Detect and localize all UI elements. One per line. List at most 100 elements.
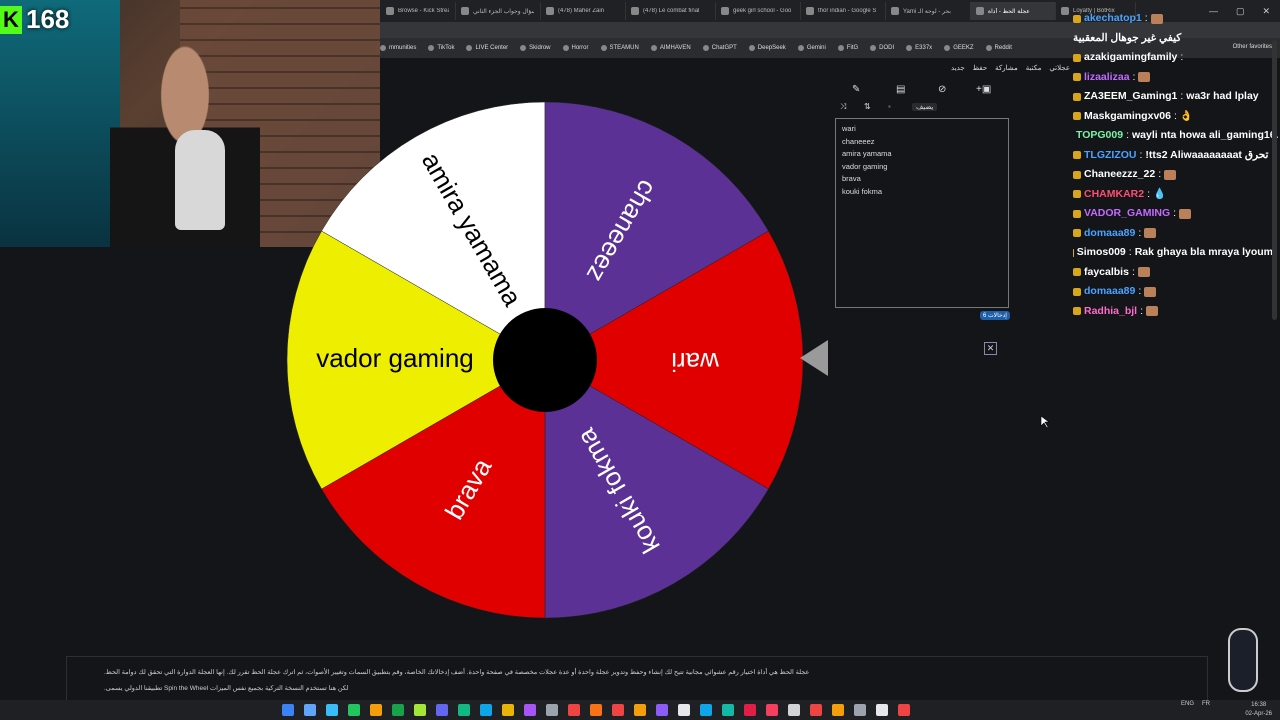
taskbar-app-icon[interactable] — [854, 704, 866, 716]
bookmark-item[interactable]: Horror — [562, 45, 589, 51]
chat-message: Chaneezzz_22: — [1073, 165, 1273, 185]
bookmark-item[interactable]: DODI — [870, 45, 894, 51]
taskbar-app-icon[interactable] — [612, 704, 624, 716]
lock-icon[interactable]: ▪ — [888, 102, 891, 111]
site-menu-item[interactable]: جديد — [951, 64, 965, 72]
taskbar-app-icon[interactable] — [502, 704, 514, 716]
taskbar-app-icon[interactable] — [546, 704, 558, 716]
taskbar-app-icon[interactable] — [524, 704, 536, 716]
chat-username[interactable]: VADOR_GAMING — [1084, 204, 1170, 224]
taskbar-app-icon[interactable] — [282, 704, 294, 716]
taskbar-app-icon[interactable] — [436, 704, 448, 716]
bookmark-item[interactable]: STEAMUN — [600, 45, 639, 51]
bookmark-item[interactable]: E337x — [906, 45, 932, 51]
taskbar-app-icon[interactable] — [766, 704, 778, 716]
browser-tab[interactable]: thor indian - Google S — [800, 2, 886, 20]
pencil-icon[interactable]: ✎ — [852, 84, 860, 95]
bookmark-label: Gemini — [806, 45, 826, 51]
taskbar-app-icon[interactable] — [744, 704, 756, 716]
bookmark-item[interactable]: GEEKZ — [944, 45, 974, 51]
tray-language[interactable]: ENG — [1181, 701, 1194, 707]
chat-username[interactable]: Chaneezzz_22 — [1084, 165, 1155, 185]
browser-tab[interactable]: (478) Maher Zain — [540, 2, 626, 20]
chat-username[interactable]: domaaa89 — [1084, 282, 1135, 302]
bookmark-item[interactable]: mmunities — [380, 45, 416, 51]
wheel-center[interactable] — [493, 308, 597, 412]
clock[interactable]: 16:38 02-Apr-26 — [1245, 701, 1272, 719]
bookmark-item[interactable]: Gemini — [797, 45, 826, 51]
taskbar-app-icon[interactable] — [326, 704, 338, 716]
bookmark-item[interactable]: AIMHAVEN — [650, 45, 691, 51]
browser-tab[interactable]: Yami بحر - لوحة الـ — [885, 2, 971, 20]
browser-tab[interactable]: geek girl school - Goo — [715, 2, 801, 20]
bookmark-item[interactable]: ChatGPT — [702, 45, 737, 51]
chat-message: ZA3EEM_Gaming1: wa3r had lplay — [1073, 87, 1273, 107]
chat-badge-icon — [1073, 53, 1081, 62]
browser-tab[interactable]: عجلة الحظ - أداة — [970, 2, 1056, 20]
taskbar-app-icon[interactable] — [656, 704, 668, 716]
chat-username[interactable]: domaaa89 — [1084, 224, 1135, 244]
chat-username[interactable]: ZA3EEM_Gaming1 — [1084, 87, 1177, 107]
browser-tab[interactable]: (478) Le combat final — [625, 2, 716, 20]
taskbar-app-icon[interactable] — [876, 704, 888, 716]
taskbar-app-icon[interactable] — [590, 704, 602, 716]
taskbar-app-icon[interactable] — [634, 704, 646, 716]
bookmark-item[interactable]: FitG — [837, 45, 858, 51]
site-menu-item[interactable]: حفظ — [973, 64, 988, 72]
browser-tab[interactable]: سؤال وجواب الجزء الثاني — [455, 2, 541, 20]
bookmark-item[interactable]: TikTok — [428, 45, 454, 51]
taskbar-app-icon[interactable] — [392, 704, 404, 716]
site-menu-item[interactable]: عجلاتي — [1049, 64, 1070, 72]
taskbar-app-icon[interactable] — [414, 704, 426, 716]
chat-username[interactable]: TLGZIZOU — [1084, 146, 1137, 166]
taskbar-app-icon[interactable] — [348, 704, 360, 716]
chat-username[interactable]: Radhia_bjl — [1084, 302, 1137, 322]
taskbar-app-icon[interactable] — [832, 704, 844, 716]
chat-text: 💧 — [1153, 187, 1167, 200]
taskbar-app-icon[interactable] — [788, 704, 800, 716]
add-image-icon[interactable]: +▣ — [976, 84, 991, 95]
taskbar-app-icon[interactable] — [898, 704, 910, 716]
chat-username[interactable]: akechatop1 — [1084, 9, 1142, 29]
entries-textarea[interactable]: wari chaneeez amira yamama vador gaming brav… — [835, 118, 1009, 308]
chat-username[interactable]: faycalbis — [1084, 263, 1129, 283]
bookmark-favicon-icon — [466, 45, 473, 51]
taskbar-app-icon[interactable] — [700, 704, 712, 716]
taskbar-app-icon[interactable] — [722, 704, 734, 716]
chat-text: كيفي غير جوهال المعقبية — [1073, 31, 1182, 44]
taskbar-app-icon[interactable] — [304, 704, 316, 716]
add-entry-button[interactable]: يضيف — [912, 103, 938, 111]
tray-region[interactable]: FR — [1202, 701, 1210, 707]
close-icon[interactable]: ✕ — [984, 342, 997, 355]
entry-line: wari — [842, 124, 856, 133]
spin-wheel[interactable]: warikouki fokmabravavador gamingamira ya… — [280, 95, 810, 625]
bookmark-item[interactable]: LIVE Center — [466, 45, 508, 51]
site-menu-item[interactable]: مشاركة — [995, 64, 1018, 72]
sort-icon[interactable]: ⇅ — [864, 102, 871, 111]
browser-tab[interactable]: Browse - Kick Streaming — [380, 2, 456, 20]
hide-icon[interactable]: ⊘ — [938, 84, 946, 95]
chat-username[interactable]: TOPG009 — [1076, 126, 1123, 146]
chat-username[interactable]: lizaalizaa — [1084, 68, 1130, 88]
bookmark-item[interactable]: Skidrow — [520, 45, 551, 51]
chat-username[interactable]: azakigamingfamily — [1084, 48, 1177, 68]
taskbar-app-icon[interactable] — [370, 704, 382, 716]
site-menu-item[interactable]: مكتبة — [1026, 64, 1042, 72]
bookmark-item[interactable]: Reddit — [985, 45, 1012, 51]
taskbar-app-icon[interactable] — [678, 704, 690, 716]
scrollbar[interactable] — [1272, 40, 1277, 320]
clipboard-icon[interactable]: ▤ — [896, 84, 905, 95]
chat-username[interactable]: Simos009 — [1077, 243, 1126, 263]
bookmark-item[interactable]: DeepSeek — [748, 45, 786, 51]
taskbar-app-icon[interactable] — [458, 704, 470, 716]
chat-username[interactable]: Maskgamingxv06 — [1084, 107, 1171, 127]
chat-username[interactable]: CHAMKAR2 — [1084, 185, 1144, 205]
info-text-line2: لكن هنا تستخدم النسخة التركية بجميع نفس … — [104, 685, 349, 692]
chat-badge-icon — [1073, 229, 1081, 238]
entry-line: chaneeez — [842, 136, 875, 146]
taskbar-app-icon[interactable] — [810, 704, 822, 716]
taskbar-app-icon[interactable] — [568, 704, 580, 716]
shuffle-icon[interactable]: ⤨ — [840, 102, 846, 112]
bookmark-label: AIMHAVEN — [659, 45, 691, 51]
taskbar-app-icon[interactable] — [480, 704, 492, 716]
